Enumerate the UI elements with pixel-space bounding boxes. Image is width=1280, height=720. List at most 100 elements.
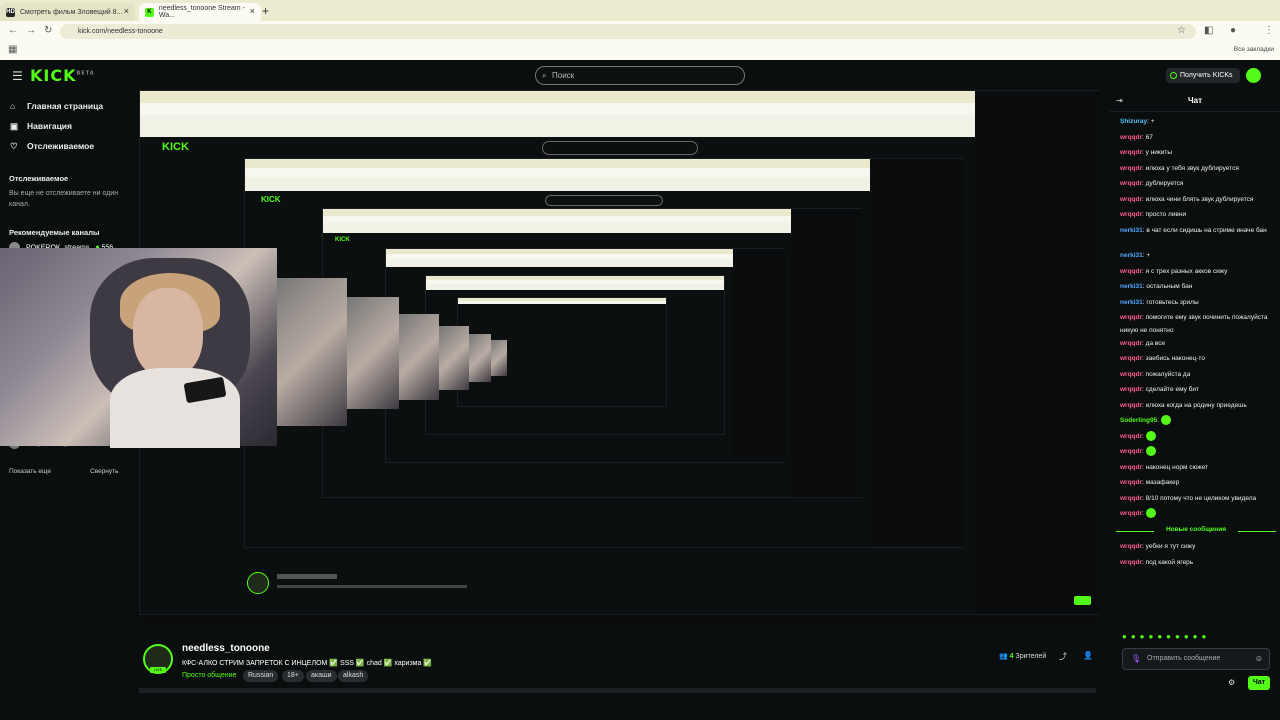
chat-message: wrqqdr: пожалуйста да: [1120, 369, 1276, 382]
url-field[interactable]: kick.com/needless-tonoone: [60, 24, 1196, 39]
chat-text: 67: [1145, 133, 1153, 141]
chat-username[interactable]: Shizuray: [1120, 118, 1147, 125]
chat-username[interactable]: wrqqdr: [1120, 386, 1142, 393]
chat-username[interactable]: wrqqdr: [1120, 371, 1142, 378]
video-player[interactable]: KICK KICK KICK: [139, 90, 1099, 630]
reload-icon[interactable]: ↻: [44, 25, 52, 36]
send-chat-button[interactable]: Чат: [1248, 676, 1270, 690]
chat-message: wrqqdr: 8/10 потому что не целиком увиде…: [1120, 493, 1276, 506]
chat-username[interactable]: wrqqdr: [1120, 211, 1142, 218]
chat-username[interactable]: nerki31: [1120, 227, 1143, 234]
close-icon[interactable]: ×: [124, 6, 129, 16]
nested-bookmarks: [245, 177, 963, 191]
chat-username[interactable]: wrqqdr: [1120, 479, 1142, 486]
chat-username[interactable]: wrqqdr: [1120, 134, 1142, 141]
nested-bookmarks: [323, 223, 861, 233]
chat-username[interactable]: wrqqdr: [1120, 196, 1142, 203]
nested-tab-bar: [323, 209, 861, 216]
star-icon[interactable]: ☆: [1177, 25, 1186, 36]
get-kicks-button[interactable]: Получить KICKs: [1166, 68, 1240, 83]
sidebar-item-following[interactable]: ♡ Отслеживаемое: [10, 141, 94, 152]
chat-username[interactable]: nerki31: [1120, 299, 1143, 306]
chat-username[interactable]: wrqqdr: [1120, 402, 1142, 409]
chat-username[interactable]: wrqqdr: [1120, 543, 1142, 550]
collapse-chat-icon[interactable]: ⇥: [1116, 96, 1123, 105]
chat-username[interactable]: wrqqdr: [1120, 268, 1142, 275]
user-avatar[interactable]: [1246, 68, 1261, 83]
kick-header: ☰ KICKBETA ⌕ Поиск Получить KICKs: [0, 60, 1280, 90]
sidebar-item-browse[interactable]: ▣ Навигация: [10, 121, 72, 132]
chat-username[interactable]: wrqqdr: [1120, 510, 1142, 517]
chat-username[interactable]: wrqqdr: [1120, 340, 1142, 347]
get-kicks-label: Получить KICKs: [1180, 72, 1233, 79]
nested-chat: [975, 91, 1099, 614]
chat-text: пожалуйста да: [1145, 370, 1191, 378]
chat-username[interactable]: wrqqdr: [1120, 165, 1142, 172]
tag-alkash[interactable]: alkash: [338, 670, 369, 682]
stream-category[interactable]: Просто общение: [182, 672, 236, 679]
chat-text: просто ливни: [1145, 211, 1187, 218]
viewers-icon: 👥: [999, 653, 1008, 660]
chat-username[interactable]: wrqqdr: [1120, 464, 1142, 471]
menu-icon[interactable]: ⋮: [1264, 25, 1274, 36]
follow-icon[interactable]: 👤: [1083, 651, 1093, 660]
chat-username[interactable]: wrqqdr: [1120, 433, 1142, 440]
compass-icon: ▣: [10, 121, 19, 131]
forward-icon[interactable]: →: [26, 25, 36, 36]
nested-address-bar: [245, 168, 963, 177]
chat-username[interactable]: wrqqdr: [1120, 314, 1142, 321]
sidebar-item-home[interactable]: ⌂ Главная страница: [10, 101, 103, 111]
tag-akashi[interactable]: акаши: [306, 670, 337, 682]
emote-bar[interactable]: ●●●●●●●●●●: [1122, 632, 1278, 641]
microphone-icon[interactable]: 🎙: [1131, 649, 1141, 669]
streamer-name[interactable]: needless_tonoone: [182, 643, 270, 654]
show-more-button[interactable]: Показать еще: [9, 468, 51, 475]
chat-username[interactable]: wrqqdr: [1120, 448, 1142, 455]
chat-input[interactable]: 🎙 Отправить сообщение ☺: [1122, 648, 1270, 670]
chat-username[interactable]: wrqqdr: [1120, 559, 1142, 566]
chat-panel: ⇥ Чат Shizuray: + wrqqdr: 67 wrqqdr: у ник…: [1110, 90, 1280, 700]
sidebar-item-label: Отслеживаемое: [27, 141, 95, 151]
chat-username[interactable]: nerki31: [1120, 283, 1143, 290]
home-icon: ⌂: [10, 101, 16, 111]
emote-icon: [1160, 415, 1171, 426]
emoji-icon[interactable]: ☺: [1255, 649, 1263, 669]
webcam-trail: [491, 340, 507, 376]
chat-message: wrqqdr: дублируется: [1120, 178, 1276, 191]
webcam-trail: [399, 314, 439, 400]
tag-18plus[interactable]: 18+: [282, 670, 304, 682]
logo-text: KICK: [30, 66, 77, 85]
new-tab-icon[interactable]: +: [262, 4, 269, 18]
chat-username[interactable]: wrqqdr: [1120, 180, 1142, 187]
chat-text: да все: [1145, 339, 1166, 347]
chat-username[interactable]: wrqqdr: [1120, 355, 1142, 362]
nested-chat: [870, 159, 965, 547]
all-bookmarks[interactable]: Все закладки: [1234, 46, 1274, 53]
tag-russian[interactable]: Russian: [243, 670, 279, 682]
extensions-icon[interactable]: ◧: [1204, 25, 1213, 36]
chat-username[interactable]: wrqqdr: [1120, 495, 1142, 502]
nested-avatar: [247, 572, 269, 594]
streamer-avatar[interactable]: LIVE: [143, 644, 173, 674]
gear-icon[interactable]: ⚙: [1228, 678, 1235, 687]
chat-message: wrqqdr: мазафакер: [1120, 477, 1276, 490]
profile-icon[interactable]: ●: [1230, 25, 1236, 36]
kick-logo[interactable]: KICKBETA: [30, 66, 95, 85]
chat-username[interactable]: nerki31: [1120, 252, 1143, 259]
browser-tab-active[interactable]: K needless_tonoone Stream - Wa... ×: [139, 3, 261, 21]
emote-icon: [1145, 508, 1156, 519]
share-icon[interactable]: ⤴: [1059, 651, 1067, 662]
browser-tab[interactable]: HD Смотреть фильм Зловещий 8... ×: [0, 3, 135, 21]
hamburger-icon[interactable]: ☰: [12, 69, 23, 83]
chat-username[interactable]: Soderling95: [1120, 417, 1157, 424]
collapse-button[interactable]: Свернуть: [90, 468, 119, 475]
back-icon[interactable]: ←: [8, 25, 18, 36]
chat-message: Soderling95:: [1120, 415, 1276, 428]
nested-name-line: [277, 574, 337, 579]
nested-address-bar: [458, 301, 666, 304]
chat-username[interactable]: wrqqdr: [1120, 149, 1142, 156]
viewers-label: Зрителей: [1015, 653, 1047, 660]
search-input[interactable]: ⌕ Поиск: [535, 66, 745, 85]
close-icon[interactable]: ×: [250, 6, 255, 16]
apps-icon[interactable]: ▦: [8, 44, 17, 55]
